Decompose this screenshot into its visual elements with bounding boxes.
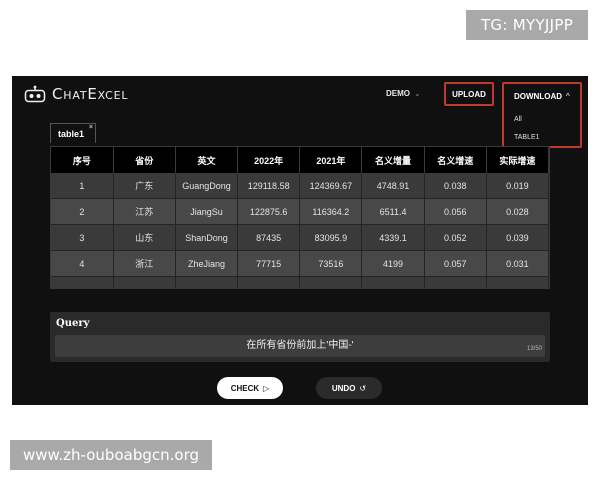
query-title: Query <box>56 318 90 329</box>
table-cell[interactable]: 0.056 <box>424 198 487 225</box>
table-row: 3 山东 ShanDong 87435 83095.9 4339.1 0.052… <box>51 224 549 251</box>
data-table: 序号 省份 英文 2022年 2021年 名义增量 名义增速 实际增速 1 广东… <box>50 146 550 289</box>
table-cell[interactable]: 4199 <box>361 250 425 277</box>
play-icon: ▷ <box>263 383 270 393</box>
download-dropdown: DOWNLOAD ^ All TABLE1 <box>502 82 582 148</box>
table-row: 1 广东 GuangDong 129118.58 124369.67 4748.… <box>51 173 549 199</box>
table-cell[interactable]: JiangSu <box>175 198 239 225</box>
download-option-all[interactable]: All <box>514 116 522 123</box>
column-header[interactable]: 实际增速 <box>486 147 549 173</box>
demo-menu[interactable]: DEMO ⌄ <box>386 89 421 98</box>
chatexcel-app: ChatExcel DEMO ⌄ UPLOAD DOWNLOAD ^ All TAB… <box>12 76 588 405</box>
table-cell[interactable]: 6511.4 <box>361 198 425 225</box>
table-cell[interactable]: 77715 <box>237 250 301 277</box>
table-cell[interactable]: 0.039 <box>486 224 549 251</box>
table-row <box>51 276 549 288</box>
table-cell[interactable]: 4748.91 <box>361 173 425 199</box>
chevron-up-icon: ^ <box>566 92 570 101</box>
tab-label: table1 <box>58 128 85 139</box>
column-header[interactable]: 名义增量 <box>361 147 425 173</box>
table-cell[interactable]: 3 <box>51 224 114 251</box>
table-cell[interactable]: 73516 <box>299 250 363 277</box>
column-header[interactable]: 省份 <box>113 147 176 173</box>
robot-logo-icon <box>24 85 46 103</box>
table-cell[interactable]: 116364.2 <box>299 198 363 225</box>
table-cell[interactable]: 124369.67 <box>299 173 363 199</box>
table-cell[interactable]: 83095.9 <box>299 224 363 251</box>
table-cell[interactable]: 1 <box>51 173 114 199</box>
tab-table1[interactable]: table1 × <box>50 123 96 143</box>
download-option-table1[interactable]: TABLE1 <box>514 134 540 141</box>
table-cell[interactable]: 4339.1 <box>361 224 425 251</box>
chevron-down-icon: ⌄ <box>414 89 421 98</box>
table-cell[interactable]: 0.028 <box>486 198 549 225</box>
table-cell[interactable]: ZheJiang <box>175 250 239 277</box>
brand: ChatExcel <box>24 84 128 104</box>
column-header[interactable]: 2022年 <box>237 147 301 173</box>
upload-button[interactable]: UPLOAD <box>444 82 494 106</box>
check-button[interactable]: CHECK ▷ <box>217 377 283 399</box>
table-cell[interactable]: 0.057 <box>424 250 487 277</box>
brand-name: ChatExcel <box>52 85 129 103</box>
upload-label: UPLOAD <box>452 89 486 99</box>
table-row: 2 江苏 JiangSu 122875.6 116364.2 6511.4 0.… <box>51 198 549 225</box>
table-cell[interactable]: 129118.58 <box>237 173 301 199</box>
watermark-url: www.zh-ouboabgcn.org <box>10 440 212 470</box>
table-row: 4 浙江 ZheJiang 77715 73516 4199 0.057 0.0… <box>51 250 549 277</box>
table-cell[interactable]: 0.031 <box>486 250 549 277</box>
table-cell[interactable]: 4 <box>51 250 114 277</box>
telegram-badge: TG: MYYJJPP <box>466 10 588 40</box>
query-panel: Query 在所有省份前加上'中国-' 13/50 <box>50 312 550 362</box>
table-cell[interactable]: 广东 <box>113 173 176 199</box>
table-cell[interactable]: 87435 <box>237 224 301 251</box>
column-header[interactable]: 序号 <box>51 147 114 173</box>
table-cell[interactable]: 浙江 <box>113 250 176 277</box>
table-cell[interactable]: 0.038 <box>424 173 487 199</box>
demo-label: DEMO <box>386 89 410 98</box>
close-icon[interactable]: × <box>89 124 93 131</box>
table-cell[interactable]: 江苏 <box>113 198 176 225</box>
undo-button[interactable]: UNDO ↺ <box>316 377 382 399</box>
table-cell[interactable]: 山东 <box>113 224 176 251</box>
table-cell[interactable]: 0.019 <box>486 173 549 199</box>
download-label: DOWNLOAD <box>514 92 562 101</box>
download-button[interactable]: DOWNLOAD ^ <box>514 92 570 101</box>
table-cell[interactable]: 2 <box>51 198 114 225</box>
column-header[interactable]: 名义增速 <box>424 147 487 173</box>
query-input[interactable]: 在所有省份前加上'中国-' <box>55 335 545 357</box>
table-cell[interactable]: 122875.6 <box>237 198 301 225</box>
table-cell[interactable]: GuangDong <box>175 173 239 199</box>
table-header-row: 序号 省份 英文 2022年 2021年 名义增量 名义增速 实际增速 <box>51 147 549 173</box>
undo-label: UNDO <box>331 383 356 393</box>
table-cell[interactable]: 0.052 <box>424 224 487 251</box>
column-header[interactable]: 英文 <box>175 147 239 173</box>
undo-icon: ↺ <box>359 383 367 393</box>
query-char-count: 13/50 <box>526 346 542 352</box>
check-label: CHECK <box>230 383 260 393</box>
table-cell[interactable]: ShanDong <box>175 224 239 251</box>
column-header[interactable]: 2021年 <box>299 147 363 173</box>
